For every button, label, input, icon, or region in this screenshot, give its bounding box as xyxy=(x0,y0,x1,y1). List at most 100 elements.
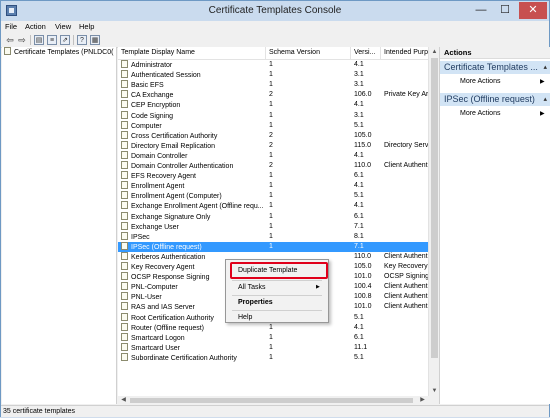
table-row[interactable]: CA Exchange 2 106.0 Private Key Arc xyxy=(118,90,428,100)
certificate-template-icon xyxy=(121,292,128,301)
table-row[interactable]: Enrollment Agent (Computer) 1 5.1 xyxy=(118,191,428,201)
template-name-label: EFS Recovery Agent xyxy=(131,173,196,181)
back-arrow-icon[interactable]: ⇦ xyxy=(5,35,15,45)
scroll-left-arrow-icon[interactable]: ◀ xyxy=(118,395,129,405)
tree-item-certificate-templates[interactable]: Certificate Templates (PNLDC0( xyxy=(4,47,116,58)
template-name-label: Subordinate Certification Authority xyxy=(131,354,237,362)
vertical-scroll-thumb[interactable] xyxy=(431,58,438,358)
table-row[interactable]: Code Signing 1 3.1 xyxy=(118,110,428,121)
export-list-icon[interactable]: ⇗ xyxy=(60,35,70,45)
toolbar-separator xyxy=(30,35,31,45)
certificate-template-icon xyxy=(121,211,128,220)
version-cell: 5.1 xyxy=(354,353,364,361)
table-row[interactable]: Subordinate Certification Authority 1 5.1 xyxy=(118,352,428,363)
template-name-cell: Smartcard Logon xyxy=(121,332,266,343)
menu-bar: File Action View Help xyxy=(1,21,549,33)
menu-file[interactable]: File xyxy=(5,21,17,33)
actions-pane: Actions Certificate Templates ... ▴ More… xyxy=(439,47,550,404)
table-row[interactable]: Router (Offline request) 1 4.1 xyxy=(118,322,428,333)
version-cell: 101.0 xyxy=(354,273,372,281)
version-cell: 3.1 xyxy=(354,81,364,89)
table-row[interactable]: Exchange User 1 7.1 xyxy=(118,221,428,232)
table-row[interactable]: Enrollment Agent 1 4.1 xyxy=(118,181,428,191)
maximize-button[interactable]: ☐ xyxy=(493,2,517,19)
certificate-template-icon xyxy=(121,302,128,311)
intended-purposes-cell xyxy=(384,323,428,333)
template-name-label: OCSP Response Signing xyxy=(131,274,210,282)
horizontal-scroll-thumb[interactable] xyxy=(130,398,413,403)
intended-purposes-cell: Client Authent xyxy=(384,162,428,169)
table-row[interactable]: EFS Recovery Agent 1 6.1 xyxy=(118,171,428,181)
list-view-icon[interactable]: ≡ xyxy=(47,35,57,45)
table-row[interactable]: IPSec 1 8.1 xyxy=(118,231,428,242)
table-row[interactable]: Exchange Signature Only 1 6.1 xyxy=(118,211,428,222)
version-cell: 11.1 xyxy=(354,343,368,351)
template-name-label: Enrollment Agent (Computer) xyxy=(131,193,222,201)
table-row[interactable]: Domain Controller 1 4.1 xyxy=(118,150,428,161)
certificate-template-icon xyxy=(121,201,128,210)
table-row[interactable]: Smartcard Logon 1 6.1 xyxy=(118,332,428,343)
collapse-arrow-icon[interactable]: ▴ xyxy=(543,61,547,74)
template-name-cell: Exchange Enrollment Agent (Offline requ.… xyxy=(121,201,266,211)
actions-section-ipsec-offline[interactable]: IPSec (Offline request) ▴ xyxy=(440,93,550,106)
menu-item-all-tasks[interactable]: All Tasks ▶ xyxy=(238,282,322,293)
table-row[interactable]: Authenticated Session 1 3.1 xyxy=(118,70,428,80)
table-row[interactable]: Directory Email Replication 2 115.0 Directo… xyxy=(118,140,428,151)
table-row[interactable]: Smartcard User 1 11.1 xyxy=(118,342,428,353)
window-title: Certificate Templates Console xyxy=(208,5,342,16)
template-name-label: CEP Encryption xyxy=(131,102,181,110)
schema-version-cell: 1 xyxy=(269,323,273,331)
certificate-template-icon xyxy=(121,110,128,119)
certificate-template-icon xyxy=(121,70,128,79)
template-name-cell: Code Signing xyxy=(121,110,266,121)
menu-view[interactable]: View xyxy=(55,21,71,33)
table-row[interactable]: Cross Certification Authority 2 105.0 xyxy=(118,130,428,141)
table-row[interactable]: Exchange Enrollment Agent (Offline requ.… xyxy=(118,201,428,211)
table-row[interactable]: Administrator 1 4.1 xyxy=(118,60,428,70)
scroll-right-arrow-icon[interactable]: ▶ xyxy=(417,395,428,405)
column-header-display-name[interactable]: Template Display Name xyxy=(118,47,266,59)
collapse-arrow-icon[interactable]: ▴ xyxy=(543,93,547,106)
schema-version-cell: 1 xyxy=(269,192,273,200)
column-header-version[interactable]: Versi... xyxy=(351,47,381,59)
properties-icon[interactable]: ▦ xyxy=(90,35,100,45)
template-name-label: Root Certification Authority xyxy=(131,314,214,322)
certificate-template-icon xyxy=(121,171,128,180)
version-cell: 8.1 xyxy=(354,232,364,240)
close-button[interactable]: ✕ xyxy=(519,2,547,19)
certificate-template-icon xyxy=(121,262,128,270)
menu-action[interactable]: Action xyxy=(25,21,46,33)
certificate-template-icon xyxy=(121,90,128,99)
column-header-schema-version[interactable]: Schema Version xyxy=(266,47,351,59)
menu-help[interactable]: Help xyxy=(79,21,94,33)
table-row[interactable]: Domain Controller Authentication 2 110.0 Cl… xyxy=(118,161,428,171)
version-cell: 4.1 xyxy=(354,151,364,159)
column-header-intended-purposes[interactable]: Intended Purpo... xyxy=(381,47,428,59)
version-cell: 4.1 xyxy=(354,101,364,109)
template-name-label: Enrollment Agent xyxy=(131,183,185,191)
table-row[interactable]: Basic EFS 1 3.1 xyxy=(118,80,428,90)
table-row[interactable]: IPSec (Offline request) 1 7.1 xyxy=(118,241,428,252)
menu-item-properties[interactable]: Properties xyxy=(238,297,273,308)
more-actions-item[interactable]: More Actions ▶ xyxy=(460,109,548,119)
menu-separator xyxy=(232,280,322,281)
actions-section-certificate-templates[interactable]: Certificate Templates ... ▴ xyxy=(440,61,550,74)
schema-version-cell: 1 xyxy=(269,111,273,119)
schema-version-cell: 1 xyxy=(269,212,273,220)
forward-arrow-icon[interactable]: ⇨ xyxy=(17,35,27,45)
intended-purposes-cell xyxy=(384,111,428,121)
certificate-template-icon xyxy=(121,312,128,321)
table-row[interactable]: Computer 1 5.1 xyxy=(118,120,428,131)
certificate-template-icon xyxy=(121,241,128,250)
more-actions-item[interactable]: More Actions ▶ xyxy=(460,77,548,87)
table-row[interactable]: CEP Encryption 1 4.1 xyxy=(118,100,428,110)
minimize-button[interactable]: — xyxy=(469,2,493,19)
schema-version-cell: 1 xyxy=(269,172,273,180)
console-tree-icon[interactable]: ▤ xyxy=(34,35,44,45)
horizontal-scrollbar[interactable]: ◀ ▶ xyxy=(118,396,428,405)
menu-item-help[interactable]: Help xyxy=(238,312,252,323)
intended-purposes-cell: Directory Servi xyxy=(384,141,428,149)
template-name-label: Domain Controller Authentication xyxy=(131,163,234,170)
version-cell: 6.1 xyxy=(354,333,364,341)
help-icon[interactable]: ? xyxy=(77,35,87,45)
